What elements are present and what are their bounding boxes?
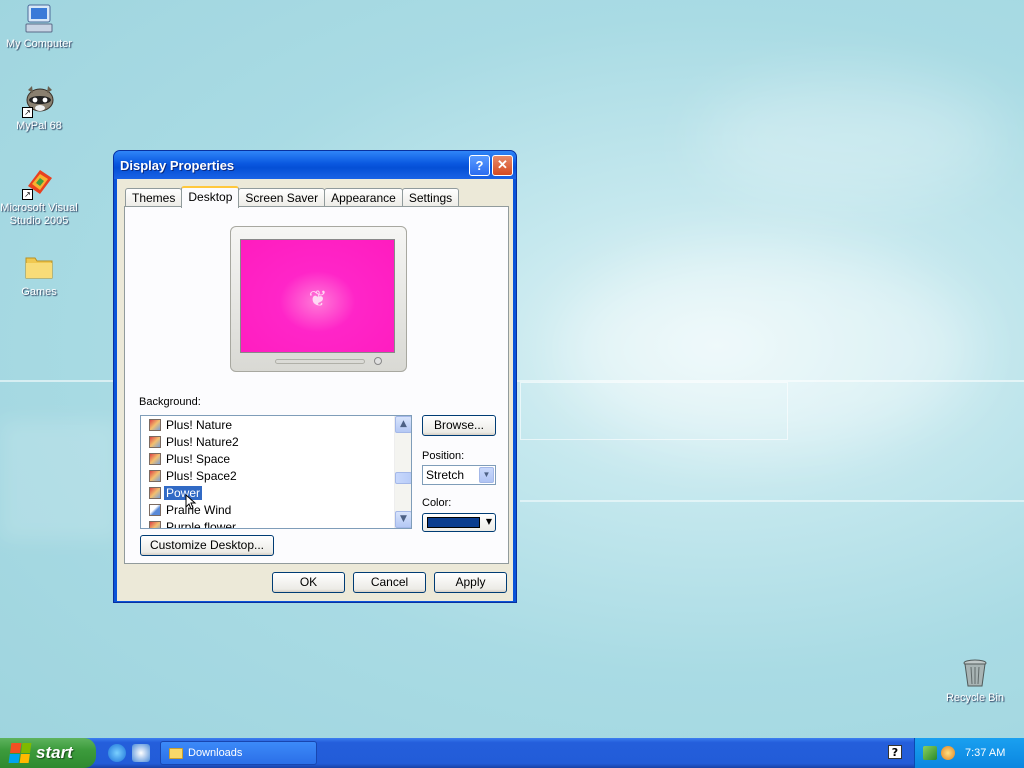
internet-explorer-icon[interactable] (108, 744, 126, 762)
scroll-up-icon[interactable]: ▲ (395, 416, 411, 433)
tab-desktop[interactable]: Desktop (181, 186, 240, 208)
help-button[interactable]: ? (469, 154, 490, 176)
desktop-icon-my-computer[interactable]: My Computer (0, 2, 78, 51)
image-file-icon (149, 452, 161, 465)
desktop-icon-label: Games (21, 286, 57, 298)
help-icon[interactable]: ? (888, 745, 902, 759)
search-icon[interactable] (941, 746, 955, 760)
network-icon[interactable] (923, 746, 937, 760)
customize-desktop-button[interactable]: Customize Desktop... (140, 535, 274, 556)
list-item[interactable]: Plus! Space2 (141, 467, 411, 484)
list-item-selected[interactable]: Power (141, 484, 411, 501)
tab-appearance[interactable]: Appearance (324, 188, 403, 207)
clock[interactable]: 7:37 AM (965, 747, 1005, 759)
folder-icon (22, 250, 56, 284)
windows-logo-icon (8, 743, 32, 763)
title-bar[interactable]: Display Properties ? ✕ (114, 151, 516, 179)
cancel-button[interactable]: Cancel (353, 572, 426, 593)
list-item[interactable]: Plus! Space (141, 450, 411, 467)
position-label: Position: (422, 450, 465, 462)
window-title: Display Properties (120, 157, 235, 173)
monitor-slot (275, 359, 365, 364)
tab-strip: Themes Desktop Screen Saver Appearance S… (125, 186, 460, 208)
chevron-down-icon[interactable]: ▼ (479, 467, 494, 483)
system-tray: 7:37 AM (914, 738, 1024, 768)
raccoon-icon: ↗ (22, 84, 56, 118)
scroll-thumb[interactable] (395, 472, 411, 484)
apply-button[interactable]: Apply (434, 572, 507, 593)
ie-browser-icon[interactable] (132, 744, 150, 762)
image-file-icon (149, 503, 161, 516)
desktop-tab-panel: ❦ Background: Plus! Nature Plus! Nature2 (124, 206, 509, 564)
color-picker-button[interactable]: ▼ (422, 513, 496, 532)
list-item[interactable]: Plus! Nature (141, 416, 411, 433)
image-file-icon (149, 469, 161, 482)
image-file-icon (149, 435, 161, 448)
wallpaper-frame (520, 382, 788, 440)
taskbar-button-downloads[interactable]: Downloads (160, 741, 317, 765)
desktop-icon-label: MyPal 68 (16, 120, 62, 132)
desktop-icon-games[interactable]: Games (0, 250, 78, 299)
taskbar: start Downloads ? 7:37 AM (0, 738, 1024, 768)
wallpaper-glow (700, 80, 1000, 200)
desktop-icon-visual-studio[interactable]: ↗ Microsoft Visual Studio 2005 (0, 166, 78, 228)
monitor-power-icon (374, 357, 382, 365)
visual-studio-icon: ↗ (22, 166, 56, 200)
image-file-icon (149, 486, 161, 499)
display-properties-window[interactable]: Display Properties ? ✕ Themes Desktop Sc… (113, 150, 517, 603)
folder-icon (169, 747, 183, 759)
chevron-down-icon: ▼ (485, 517, 492, 526)
monitor-preview: ❦ (230, 226, 407, 372)
background-listbox[interactable]: Plus! Nature Plus! Nature2 Plus! Space P… (140, 415, 412, 529)
desktop-icon-label: My Computer (5, 38, 73, 50)
window-client-area: Themes Desktop Screen Saver Appearance S… (117, 179, 513, 601)
browse-button[interactable]: Browse... (422, 415, 496, 436)
tab-screen-saver[interactable]: Screen Saver (238, 188, 326, 207)
color-swatch (427, 517, 480, 528)
image-file-icon (149, 520, 161, 528)
listbox-scrollbar[interactable]: ▲ ▼ (394, 416, 411, 528)
tab-settings[interactable]: Settings (401, 188, 460, 207)
wallpaper-glow (0, 420, 120, 540)
desktop-icon-label: Microsoft Visual Studio 2005 (0, 202, 78, 227)
shortcut-arrow-icon: ↗ (22, 189, 33, 200)
close-button[interactable]: ✕ (492, 154, 513, 176)
tab-themes[interactable]: Themes (125, 188, 183, 207)
position-select[interactable]: Stretch ▼ (422, 465, 496, 485)
desktop-icon-mypal[interactable]: ↗ MyPal 68 (0, 84, 78, 133)
wallpaper-line (520, 500, 1024, 502)
background-label: Background: (139, 396, 201, 408)
scroll-down-icon[interactable]: ▼ (395, 511, 411, 528)
desktop-icon-recycle-bin[interactable]: Recycle Bin (936, 656, 1014, 705)
recycle-bin-icon (958, 656, 992, 690)
list-item[interactable]: Prairie Wind (141, 501, 411, 518)
image-file-icon (149, 418, 161, 431)
color-label: Color: (422, 497, 452, 509)
start-button[interactable]: start (0, 738, 96, 768)
mouse-cursor-icon (185, 493, 197, 510)
list-item[interactable]: Purple flower (141, 518, 411, 528)
wallpaper-glow (560, 250, 980, 450)
list-item[interactable]: Plus! Nature2 (141, 433, 411, 450)
desktop-icon-label: Recycle Bin (945, 692, 1005, 704)
shortcut-arrow-icon: ↗ (22, 107, 33, 118)
computer-icon (22, 2, 56, 36)
wallpaper-preview-screen: ❦ (240, 239, 395, 353)
power-logo-icon: ❦ (308, 287, 328, 312)
ok-button[interactable]: OK (272, 572, 345, 593)
